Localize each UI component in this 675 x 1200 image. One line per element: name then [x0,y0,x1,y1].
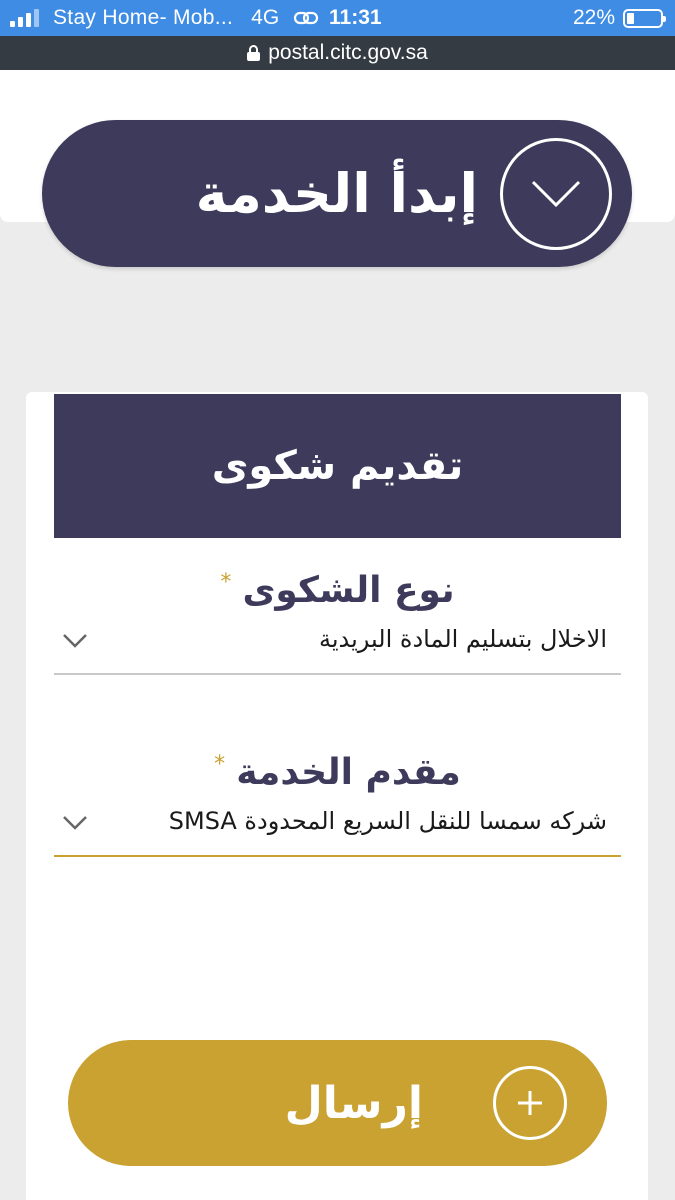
network-type: 4G [251,6,280,29]
start-service-label: إبدأ الخدمة [195,162,478,225]
submit-label: إرسال [284,1077,423,1129]
carrier-name: Stay Home- Mob... [53,6,234,29]
lock-icon [247,45,261,61]
chevron-down-icon [500,137,612,250]
required-mark: * [220,570,232,595]
complaint-type-field: نوع الشكوى * الاخلال بتسليم المادة البري… [54,570,621,675]
battery-icon [623,8,666,28]
service-provider-field: مقدم الخدمة * شركه سمسا للنقل السريع الم… [54,752,621,857]
url-text: postal.citc.gov.sa [268,41,428,64]
page-content: إبدأ الخدمة تقديم شكوى نوع الشكوى * الاخ… [0,70,675,1200]
plus-icon [493,1066,567,1140]
form-title: تقديم شكوى [211,443,464,489]
service-provider-select[interactable]: شركه سمسا للنقل السريع المحدودة SMSA [54,797,621,857]
status-bar: Stay Home- Mob... 4G 11:31 22% [0,0,675,36]
signal-icon [10,9,39,27]
chevron-down-icon [63,816,87,830]
battery-percent: 22% [572,6,615,29]
start-service-button[interactable]: إبدأ الخدمة [42,120,632,267]
clock: 11:31 [329,6,382,29]
address-bar[interactable]: postal.citc.gov.sa [0,36,675,70]
complaint-type-label: نوع الشكوى [242,570,455,611]
required-mark: * [214,752,226,777]
complaint-type-select[interactable]: الاخلال بتسليم المادة البريدية [54,615,621,675]
service-provider-value: شركه سمسا للنقل السريع المحدودة SMSA [168,807,607,835]
hotspot-link-icon [294,11,319,25]
submit-button[interactable]: إرسال [68,1040,607,1166]
form-header: تقديم شكوى [54,394,621,538]
complaint-type-value: الاخلال بتسليم المادة البريدية [318,625,607,653]
service-provider-label: مقدم الخدمة [236,752,461,793]
complaint-form-card: تقديم شكوى نوع الشكوى * الاخلال بتسليم ا… [26,392,648,1200]
chevron-down-icon [63,634,87,648]
